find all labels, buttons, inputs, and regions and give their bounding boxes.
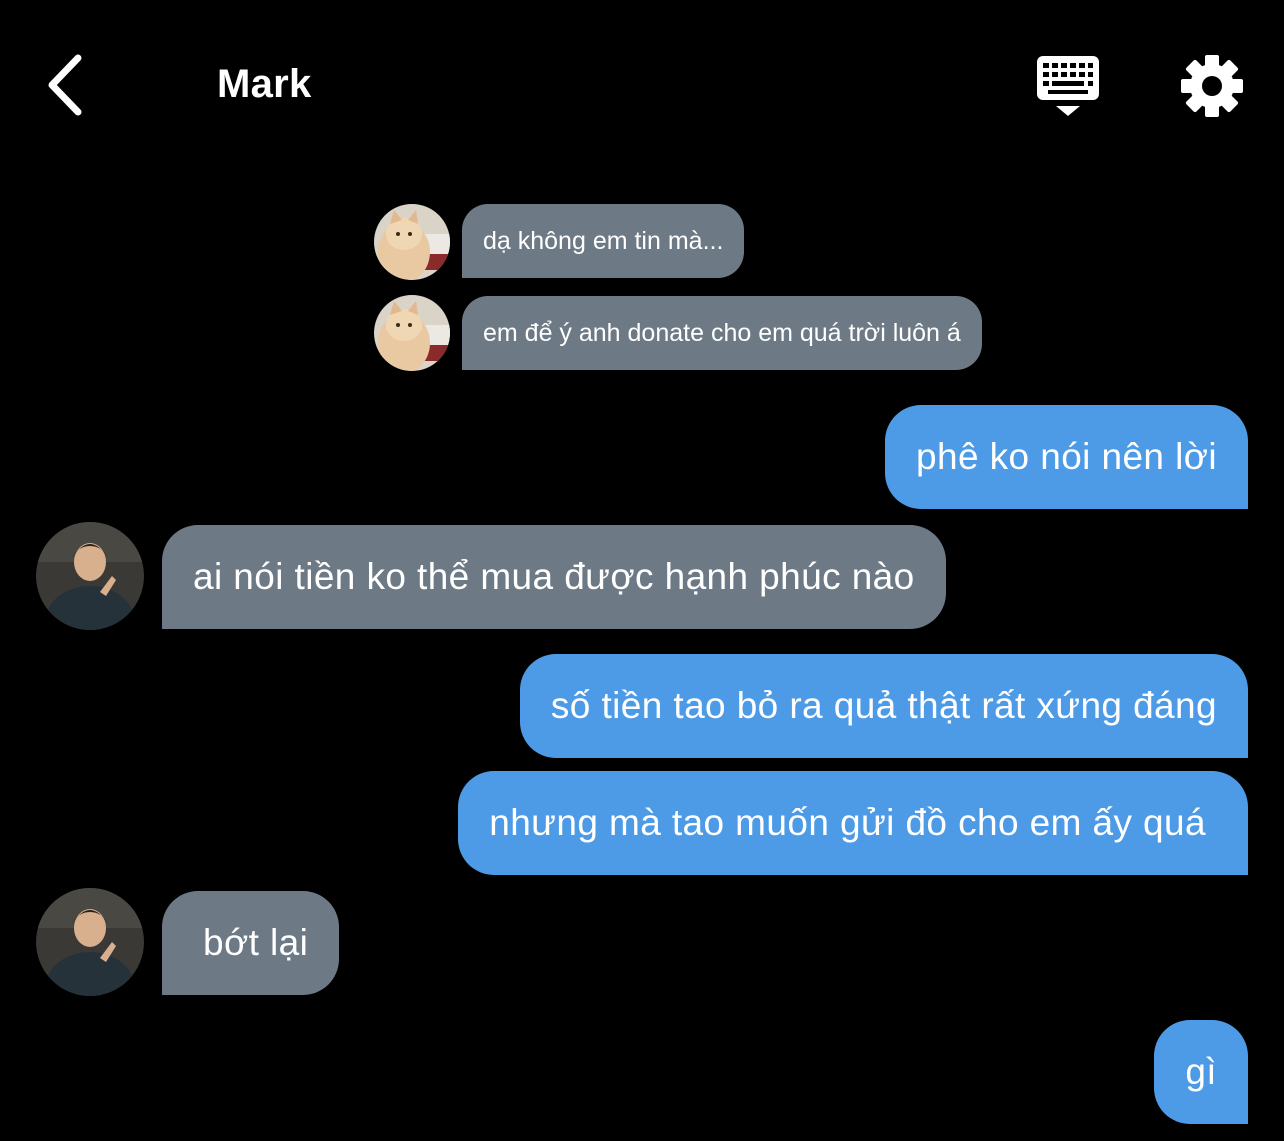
chat-title: Mark [217,62,312,106]
message-bubble[interactable]: số tiền tao bỏ ra quả thật rất xứng đáng [519,654,1248,758]
keyboard-icon [1037,56,1099,116]
message-bubble[interactable]: dạ không em tin mà... [462,204,745,278]
keyboard-toggle-button[interactable] [1034,54,1102,120]
cat-avatar[interactable] [374,204,450,280]
chevron-left-icon [48,54,82,116]
message-bubble[interactable]: ai nói tiền ko thể mua được hạnh phúc nà… [162,525,946,629]
chat-header: Mark [0,0,1284,170]
message-bubble[interactable]: gì [1154,1020,1248,1124]
mark-avatar[interactable] [36,888,144,996]
message-bubble[interactable]: phê ko nói nên lời [885,405,1248,509]
back-button[interactable] [40,50,94,120]
gear-icon [1181,55,1243,117]
message-bubble[interactable]: nhưng mà tao muốn gửi đồ cho em ấy quá [458,771,1248,875]
message-bubble[interactable]: em để ý anh donate cho em quá trời luôn … [462,296,982,370]
mark-avatar[interactable] [36,522,144,630]
message-bubble[interactable]: bớt lại [162,891,340,995]
settings-button[interactable] [1180,54,1244,118]
cat-avatar[interactable] [374,295,450,371]
